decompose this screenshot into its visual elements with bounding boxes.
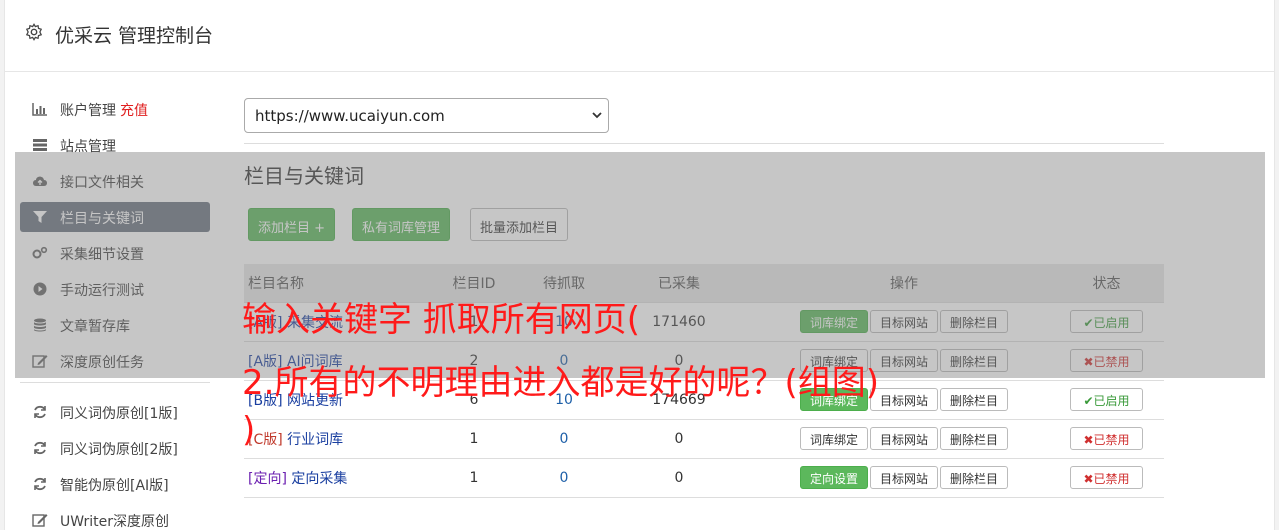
collected-count: 0 [599, 419, 759, 459]
sidebar-item-label: 同义词伪原创[2版] [60, 442, 178, 458]
app-title: 优采云 管理控制台 [55, 25, 214, 47]
column-name-link[interactable]: 定向采集 [291, 471, 347, 487]
table-row: [定向] 定向采集 1 0 0 定向设置 目标网站 删除栏目 ✖已禁用 [244, 458, 1164, 498]
sidebar-item-account[interactable]: 账户管理 充值 [20, 94, 210, 124]
version-tag: [定向] [248, 470, 287, 487]
sidebar-item-ai-rewrite[interactable]: 智能伪原创[AI版] [20, 469, 210, 499]
sidebar-item-label: UWriter深度原创 [60, 514, 169, 530]
sidebar-item-synonym-v2[interactable]: 同义词伪原创[2版] [20, 433, 210, 463]
sidebar-divider [20, 382, 210, 383]
sidebar-item-label: 账户管理 [60, 103, 116, 119]
server-icon [33, 139, 47, 151]
image-overlay [15, 152, 1265, 378]
sidebar-item-label: 智能伪原创[AI版] [60, 478, 169, 494]
pending-count[interactable]: 0 [560, 431, 569, 447]
sidebar-item-label: 同义词伪原创[1版] [60, 406, 178, 422]
target-site-button[interactable]: 目标网站 [869, 466, 938, 489]
delete-column-button[interactable]: 删除栏目 [940, 388, 1009, 411]
gear-icon [25, 23, 43, 41]
site-select[interactable]: https://www.ucaiyun.com [244, 98, 609, 133]
table-row: [C版] 行业词库 1 0 0 词库绑定 目标网站 删除栏目 ✖已禁用 [244, 419, 1164, 459]
refresh-icon [34, 477, 46, 491]
column-id: 1 [419, 419, 529, 459]
caption-line-3: ) [242, 410, 256, 450]
lexicon-bind-button[interactable]: 词库绑定 [799, 427, 868, 450]
bar-chart-icon [32, 103, 47, 116]
column-id: 1 [419, 458, 529, 498]
status-toggle[interactable]: ✔已启用 [1070, 388, 1143, 411]
edit-icon [32, 514, 48, 527]
actions-cell: 词库绑定 目标网站 删除栏目 [759, 419, 1049, 459]
collected-count: 0 [599, 458, 759, 498]
refresh-icon [34, 441, 46, 455]
delete-column-button[interactable]: 删除栏目 [940, 427, 1009, 450]
actions-cell: 定向设置 目标网站 删除栏目 [759, 458, 1049, 498]
refresh-icon [34, 405, 46, 419]
status-toggle[interactable]: ✖已禁用 [1070, 466, 1143, 489]
lexicon-bind-button[interactable]: 定向设置 [799, 466, 868, 489]
sidebar-item-synonym-v1[interactable]: 同义词伪原创[1版] [20, 397, 210, 427]
column-name-link[interactable]: 行业词库 [287, 432, 343, 448]
recharge-link[interactable]: 充值 [120, 103, 148, 119]
sidebar-item-uwriter[interactable]: UWriter深度原创 [20, 505, 210, 530]
chevron-down-icon [592, 112, 602, 119]
target-site-button[interactable]: 目标网站 [869, 427, 938, 450]
column-name-cell: [C版] 行业词库 [244, 419, 419, 459]
app-header: 优采云 管理控制台 [5, 0, 1274, 72]
delete-column-button[interactable]: 删除栏目 [940, 466, 1009, 489]
divider [244, 143, 1164, 144]
column-name-cell: [定向] 定向采集 [244, 458, 419, 498]
caption-line-2: 2.所有的不明理由进入都是好的呢？(组图) [242, 363, 879, 403]
target-site-button[interactable]: 目标网站 [869, 388, 938, 411]
status-toggle[interactable]: ✖已禁用 [1070, 427, 1143, 450]
caption-line-1: 输入关键字 抓取所有网页( [242, 300, 641, 340]
site-select-value: https://www.ucaiyun.com [255, 107, 445, 125]
pending-count[interactable]: 0 [560, 470, 569, 486]
